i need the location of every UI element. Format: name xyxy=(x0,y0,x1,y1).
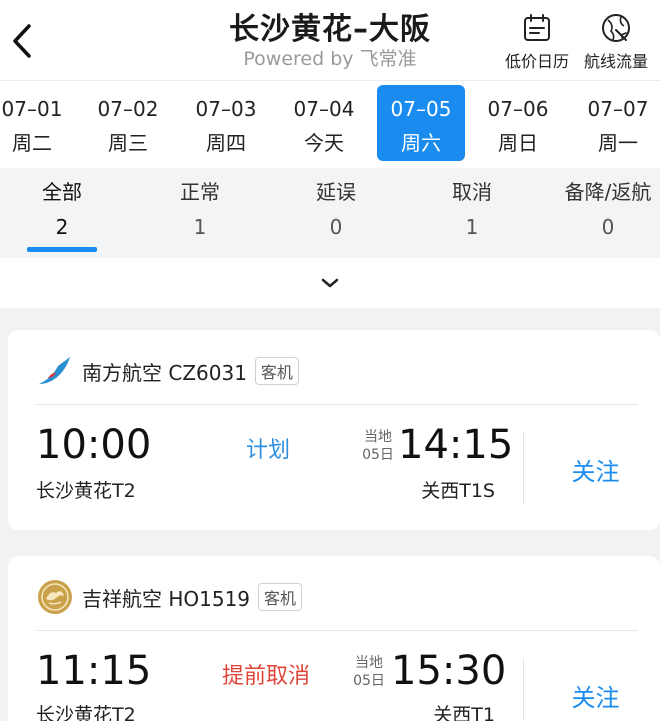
filter-count: 0 xyxy=(601,215,615,239)
card-divider xyxy=(36,630,638,631)
flight-status: 提前取消 xyxy=(221,664,310,689)
weekday-label: 周四 xyxy=(206,131,246,155)
powered-by-text: Powered by 飞常准 xyxy=(243,48,417,70)
departure-airport: 长沙黄花T2 xyxy=(36,480,136,502)
weekday-label: 周六 xyxy=(401,131,441,155)
header-bar: 长沙黄花–大阪 Powered by 飞常准 低价日历 航线流量 xyxy=(0,0,660,80)
date-tab-0707[interactable]: 07–07 周一 xyxy=(574,85,660,161)
date-label: 07–07 xyxy=(587,97,649,121)
date-label: 07–06 xyxy=(487,97,549,121)
arrival-time: 15:30 xyxy=(391,648,507,694)
follow-button[interactable]: 关注 xyxy=(548,678,643,713)
arrival-time: 14:15 xyxy=(398,422,514,468)
departure-airport: 长沙黄花T2 xyxy=(36,704,136,721)
active-filter-indicator xyxy=(27,247,97,252)
juneyao-logo-icon xyxy=(36,578,74,616)
weekday-label: 周二 xyxy=(12,131,52,155)
date-tab-0702[interactable]: 07–02 周三 xyxy=(84,85,172,161)
filter-count: 0 xyxy=(329,215,343,239)
weekday-label: 周三 xyxy=(108,131,148,155)
flight-card[interactable]: 吉祥航空 HO1519 客机 11:15 长沙黄花T2 提前取消 当地 05日 … xyxy=(8,556,660,721)
weekday-label: 周一 xyxy=(598,131,638,155)
date-label: 07–01 xyxy=(1,97,63,121)
local-day: 05日 xyxy=(353,673,385,689)
filter-count: 2 xyxy=(55,215,69,239)
weekday-label: 今天 xyxy=(304,131,344,155)
filter-label: 取消 xyxy=(452,180,492,204)
chevron-down-icon xyxy=(321,278,339,288)
date-label: 07–05 xyxy=(390,97,452,121)
date-tab-0704[interactable]: 07–04 今天 xyxy=(280,85,368,161)
airline-flight-number: 吉祥航空 HO1519 xyxy=(82,586,251,611)
local-day: 05日 xyxy=(362,447,394,463)
filter-tab-delayed[interactable]: 延误 0 xyxy=(276,176,396,239)
local-time-label: 当地 05日 xyxy=(361,428,395,464)
page-title: 长沙黄花–大阪 xyxy=(229,12,431,47)
traffic-label: 航线流量 xyxy=(583,52,648,71)
local-time-label: 当地 05日 xyxy=(352,654,386,690)
airline-flight-number: 南方航空 CZ6031 xyxy=(82,360,247,385)
flight-status: 计划 xyxy=(245,438,290,463)
date-tab-0705[interactable]: 07–05 周六 xyxy=(377,85,465,161)
date-tab-0701[interactable]: 07–01 周二 xyxy=(0,85,76,161)
departure-time: 11:15 xyxy=(36,648,152,694)
route-traffic-button[interactable]: 航线流量 xyxy=(576,10,656,72)
china-southern-logo-icon xyxy=(36,352,74,390)
date-tab-0706[interactable]: 07–06 周日 xyxy=(474,85,562,161)
globe-plane-icon xyxy=(602,14,630,42)
local-label: 当地 xyxy=(364,429,392,445)
airline-row: 南方航空 CZ6031 客机 xyxy=(36,352,299,390)
low-price-calendar-button[interactable]: 低价日历 xyxy=(497,10,577,72)
local-label: 当地 xyxy=(355,655,383,671)
filter-tab-normal[interactable]: 正常 1 xyxy=(140,176,260,239)
filter-count: 1 xyxy=(193,215,207,239)
flight-card[interactable]: 南方航空 CZ6031 客机 10:00 长沙黄花T2 计划 当地 05日 14… xyxy=(8,330,660,530)
calendar-label: 低价日历 xyxy=(504,52,569,71)
date-label: 07–03 xyxy=(195,97,257,121)
filter-label: 备降/返航 xyxy=(564,180,652,204)
weekday-label: 周日 xyxy=(498,131,538,155)
filter-tab-cancelled[interactable]: 取消 1 xyxy=(412,176,532,239)
date-label: 07–04 xyxy=(293,97,355,121)
date-label: 07–02 xyxy=(97,97,159,121)
back-button[interactable] xyxy=(6,18,38,64)
date-tab-0703[interactable]: 07–03 周四 xyxy=(182,85,270,161)
filter-label: 正常 xyxy=(180,180,220,204)
aircraft-type-tag: 客机 xyxy=(254,357,299,385)
filter-label: 全部 xyxy=(42,180,82,204)
filter-tab-all[interactable]: 全部 2 xyxy=(2,176,122,239)
arrival-airport: 关西T1S xyxy=(421,480,495,502)
follow-divider xyxy=(523,432,524,504)
follow-button[interactable]: 关注 xyxy=(548,452,643,487)
aircraft-type-tag: 客机 xyxy=(258,583,303,611)
status-filter-tabs: 全部 2 正常 1 延误 0 取消 1 备降/返航 0 xyxy=(0,168,660,258)
card-divider xyxy=(36,404,638,405)
filter-count: 1 xyxy=(465,215,479,239)
filter-tab-diverted-returned[interactable]: 备降/返航 0 xyxy=(548,176,660,239)
arrival-airport: 关西T1 xyxy=(433,704,495,721)
filter-label: 延误 xyxy=(316,180,356,204)
calendar-icon xyxy=(524,14,550,41)
follow-divider xyxy=(523,658,524,721)
expand-filters-button[interactable] xyxy=(0,258,660,308)
departure-time: 10:00 xyxy=(36,422,152,468)
date-strip: 07–01 周二 07–02 周三 07–03 周四 07–04 今天 07–0… xyxy=(0,80,660,168)
airline-row: 吉祥航空 HO1519 客机 xyxy=(36,578,303,616)
chevron-left-icon xyxy=(13,24,31,58)
